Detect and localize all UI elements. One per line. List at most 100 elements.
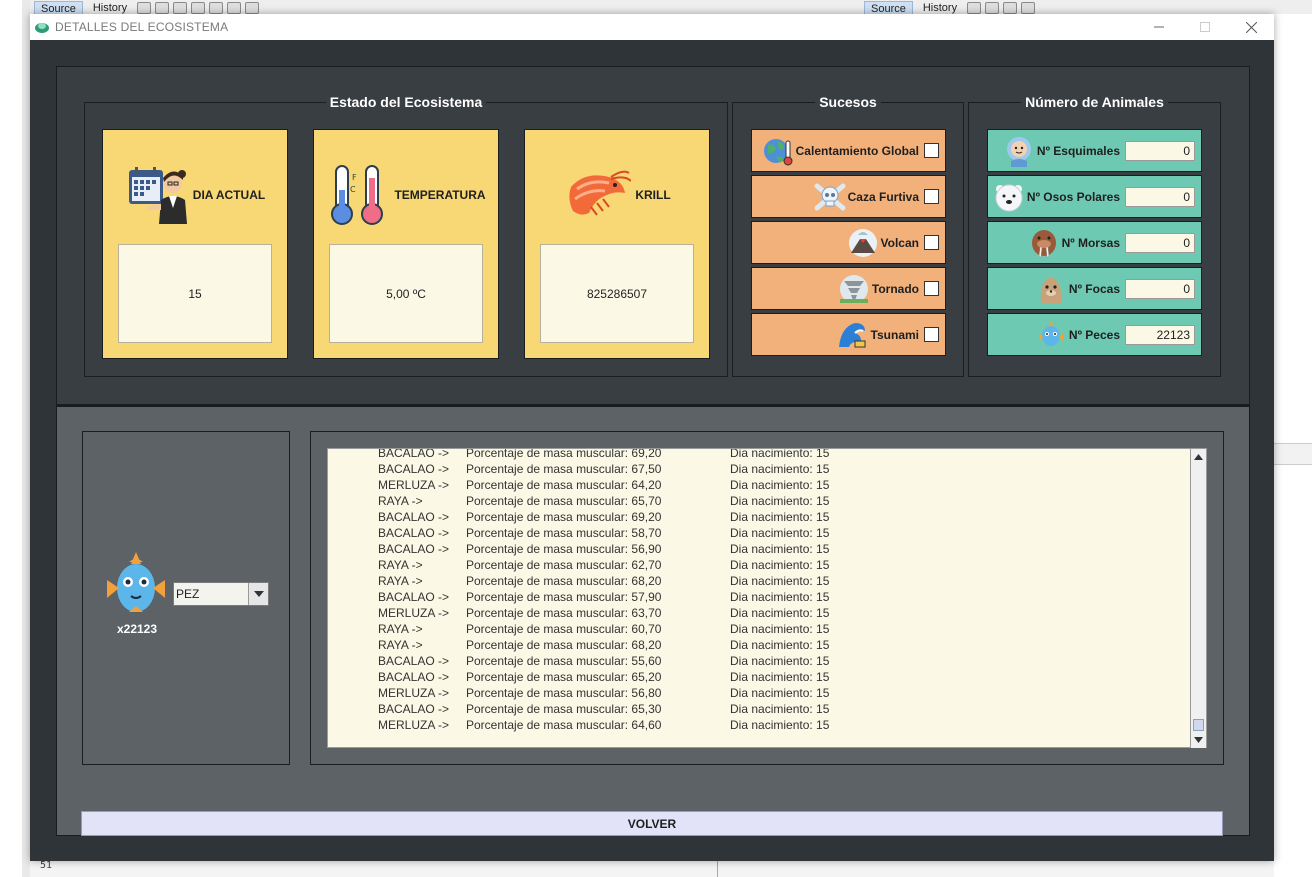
maximize-button[interactable] <box>1182 14 1228 40</box>
vertical-scrollbar[interactable] <box>1191 448 1207 748</box>
dia-actual-card: DIA ACTUAL 15 <box>102 129 288 359</box>
toolbar-tool-icon[interactable] <box>209 2 224 14</box>
morsas-field[interactable]: 0 <box>1125 232 1195 253</box>
log-muscle-mass: Porcentaje de masa muscular: 69,20 <box>466 510 662 524</box>
volver-button[interactable]: VOLVER <box>81 811 1223 836</box>
animal-label: Nº Focas <box>1068 281 1120 296</box>
suceso-label: Calentamiento Global <box>795 143 919 158</box>
log-birth-day: Dia nacimiento: 15 <box>730 718 830 732</box>
toolbar-tool-icon[interactable] <box>191 2 206 14</box>
scrollbar-thumb[interactable] <box>1193 719 1204 731</box>
peces-field[interactable]: 22123 <box>1125 324 1195 345</box>
caza-furtiva-checkbox[interactable] <box>924 189 939 204</box>
species-log-box: BACALAO -> Porcentaje de masa muscular: 6… <box>310 431 1224 765</box>
scroll-down-button[interactable] <box>1191 732 1206 748</box>
log-muscle-mass: Porcentaje de masa muscular: 64,20 <box>466 478 662 492</box>
toolbar-tool-icon[interactable] <box>155 2 170 14</box>
animal-morsas: Nº Morsas 0 <box>987 221 1202 264</box>
animal-label: Nº Peces <box>1068 327 1120 342</box>
osos-polares-field[interactable]: 0 <box>1125 186 1195 207</box>
eskimo-icon <box>1006 136 1031 167</box>
dia-actual-label: DIA ACTUAL <box>192 188 266 202</box>
log-species: MERLUZA -> <box>378 478 450 492</box>
toolbar-tool-icon[interactable] <box>173 2 188 14</box>
tornado-checkbox[interactable] <box>924 281 939 296</box>
esquimales-field[interactable]: 0 <box>1125 140 1195 161</box>
volcan-checkbox[interactable] <box>924 235 939 250</box>
log-birth-day: Dia nacimiento: 15 <box>730 606 830 620</box>
species-dropdown-value[interactable]: PEZ <box>174 583 248 605</box>
close-button[interactable] <box>1228 14 1274 40</box>
log-species: RAYA -> <box>378 622 423 636</box>
dropdown-arrow-button[interactable] <box>248 583 268 605</box>
tsunami-checkbox[interactable] <box>924 327 939 342</box>
log-birth-day: Dia nacimiento: 15 <box>730 494 830 508</box>
toolbar-tool-icon[interactable] <box>1021 2 1036 14</box>
walrus-icon <box>1031 229 1056 257</box>
log-muscle-mass: Porcentaje de masa muscular: 63,70 <box>466 606 662 620</box>
toolbar-tool-icon[interactable] <box>967 2 982 14</box>
toolbar-tool-icon[interactable] <box>245 2 260 14</box>
log-species: BACALAO -> <box>378 590 450 604</box>
toolbar-tool-icon[interactable] <box>137 2 152 14</box>
suceso-label: Tsunami <box>870 327 919 342</box>
species-dropdown[interactable]: PEZ <box>173 582 269 606</box>
volcano-icon <box>848 228 877 257</box>
log-species: MERLUZA -> <box>378 606 450 620</box>
species-count: x22123 <box>116 622 158 636</box>
ide-tab-history[interactable]: History <box>917 1 963 15</box>
polar-bear-icon <box>995 184 1023 211</box>
ide-bottom-strip <box>30 861 1274 877</box>
log-species: BACALAO -> <box>378 462 450 476</box>
window-content: Estado del Ecosistema DIA ACTUAL 15 F C … <box>30 40 1274 861</box>
animales-group: Número de Animales Nº Esquimales 0 Nº Os… <box>968 94 1221 377</box>
log-species: MERLUZA -> <box>378 686 450 700</box>
close-icon <box>1245 21 1257 33</box>
fish-icon <box>107 552 165 612</box>
ide-tab-source[interactable]: Source <box>34 1 83 15</box>
log-muscle-mass: Porcentaje de masa muscular: 68,20 <box>466 574 662 588</box>
ecosystem-overview-panel: Estado del Ecosistema DIA ACTUAL 15 F C … <box>56 66 1250 405</box>
animal-esquimales: Nº Esquimales 0 <box>987 129 1202 172</box>
log-species: RAYA -> <box>378 494 423 508</box>
species-log-textarea[interactable]: BACALAO -> Porcentaje de masa muscular: 6… <box>327 448 1191 748</box>
log-birth-day: Dia nacimiento: 15 <box>730 542 830 556</box>
log-birth-day: Dia nacimiento: 15 <box>730 638 830 652</box>
log-species: BACALAO -> <box>378 510 450 524</box>
minimize-button[interactable] <box>1136 14 1182 40</box>
estado-title: Estado del Ecosistema <box>325 94 487 110</box>
krill-value: 825286507 <box>540 244 694 343</box>
app-logo-icon <box>35 23 49 33</box>
dia-actual-value: 15 <box>118 244 272 343</box>
log-birth-day: Dia nacimiento: 15 <box>730 686 830 700</box>
skull-bones-icon <box>814 183 846 210</box>
window-title: DETALLES DEL ECOSISTEMA <box>55 20 229 34</box>
sucesos-group: Sucesos Calentamiento Global Caza Furtiv… <box>732 94 964 377</box>
ide-tab-history[interactable]: History <box>87 1 133 15</box>
log-species: RAYA -> <box>378 638 423 652</box>
suceso-label: Volcan <box>880 235 919 250</box>
log-birth-day: Dia nacimiento: 15 <box>730 558 830 572</box>
ide-gutter <box>22 0 30 877</box>
window-titlebar[interactable]: DETALLES DEL ECOSISTEMA <box>30 14 1274 40</box>
log-species: BACALAO -> <box>378 702 450 716</box>
scroll-up-button[interactable] <box>1191 449 1206 465</box>
log-birth-day: Dia nacimiento: 15 <box>730 526 830 540</box>
sucesos-title: Sucesos <box>815 94 881 110</box>
focas-field[interactable]: 0 <box>1125 278 1195 299</box>
animal-label: Nº Osos Polares <box>1026 189 1120 204</box>
scroll-up-icon <box>1194 454 1203 460</box>
toolbar-tool-icon[interactable] <box>227 2 242 14</box>
log-birth-day: Dia nacimiento: 15 <box>730 590 830 604</box>
log-birth-day: Dia nacimiento: 15 <box>730 574 830 588</box>
toolbar-tool-icon[interactable] <box>1003 2 1018 14</box>
animal-peces: Nº Peces 22123 <box>987 313 1202 356</box>
calentamiento-global-checkbox[interactable] <box>924 143 939 158</box>
log-birth-day: Dia nacimiento: 15 <box>730 478 830 492</box>
scroll-down-icon <box>1194 737 1203 743</box>
toolbar-tool-icon[interactable] <box>985 2 1000 14</box>
suceso-caza-furtiva: Caza Furtiva <box>751 175 946 218</box>
log-muscle-mass: Porcentaje de masa muscular: 57,90 <box>466 590 662 604</box>
ide-tab-source[interactable]: Source <box>864 1 913 15</box>
animal-focas: Nº Focas 0 <box>987 267 1202 310</box>
